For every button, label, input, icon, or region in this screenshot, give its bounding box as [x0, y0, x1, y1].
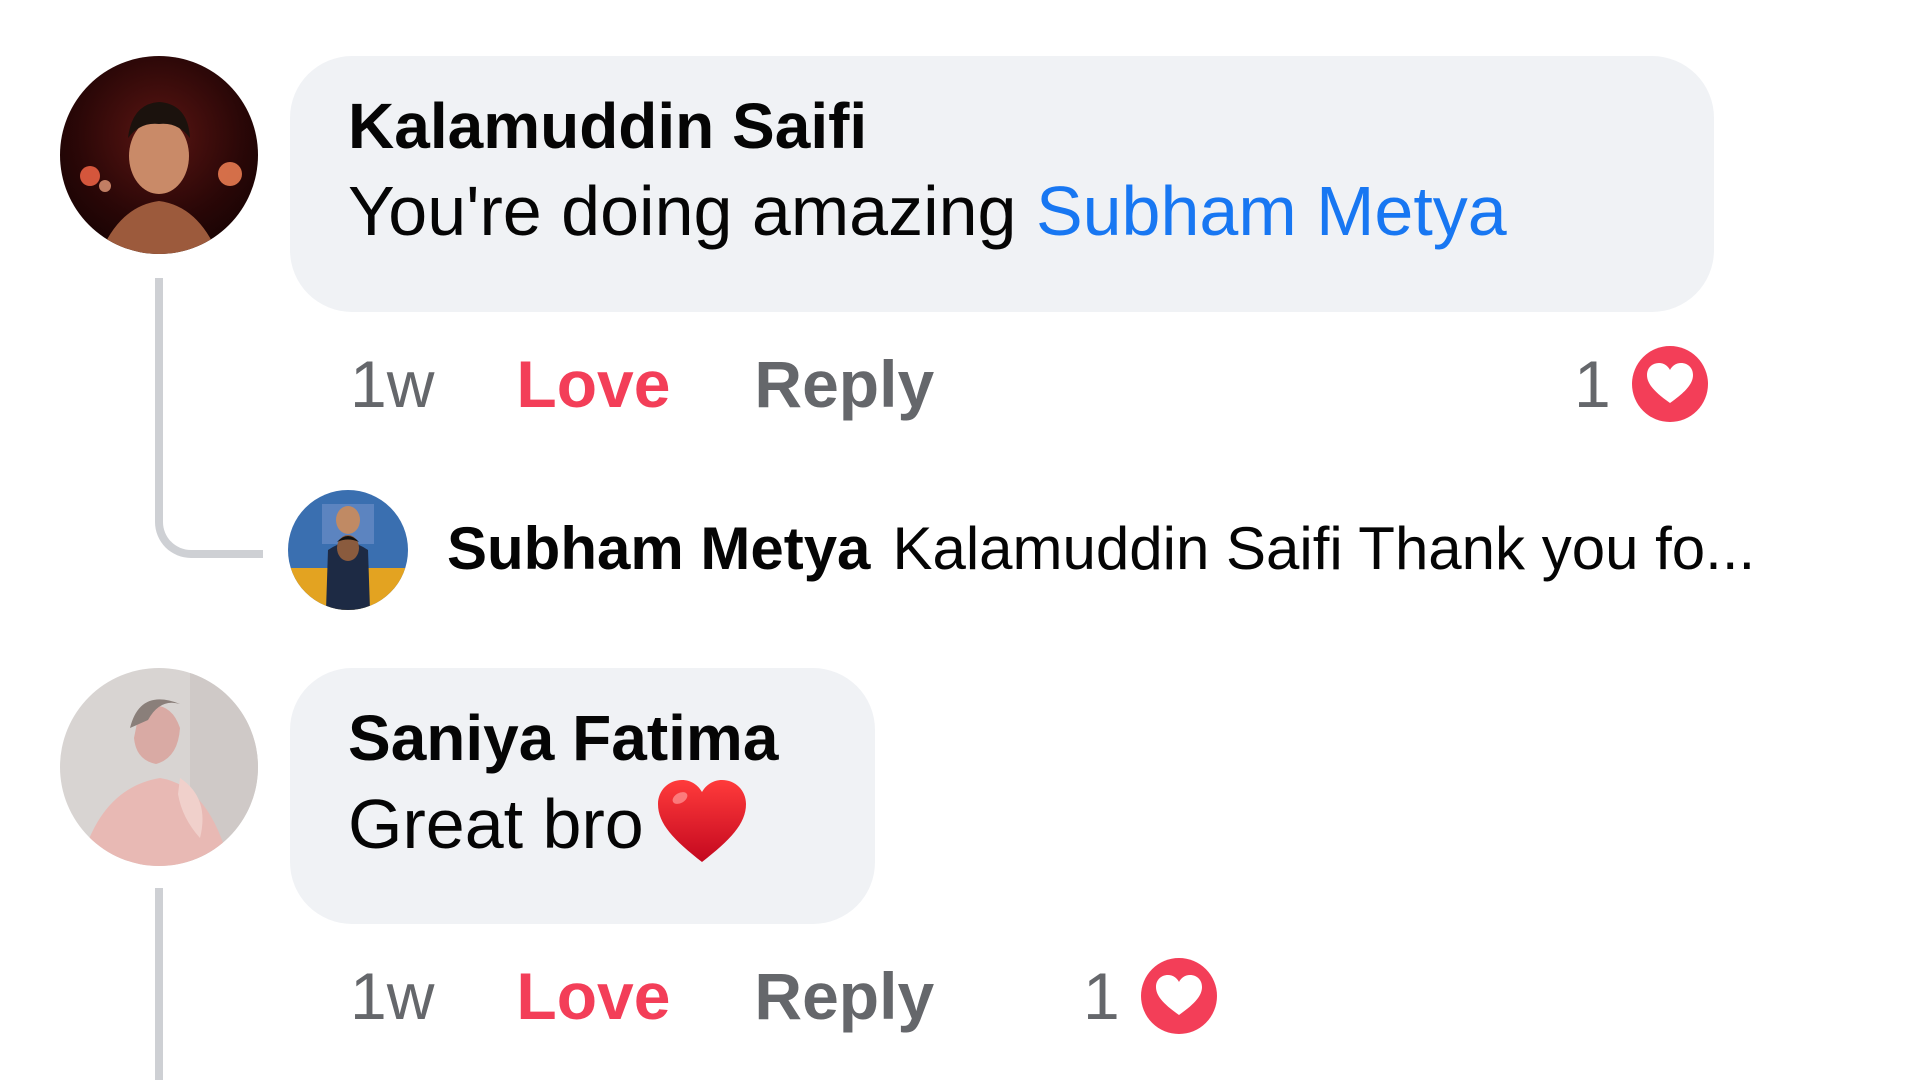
- comments-section: Kalamuddin Saifi You're doing amazing Su…: [0, 0, 1920, 1080]
- love-button[interactable]: Love: [516, 958, 670, 1034]
- comment-text: Great bro: [348, 778, 817, 869]
- avatar-saniya-fatima[interactable]: [60, 668, 258, 866]
- love-reaction-icon: [1631, 346, 1708, 422]
- comment-author[interactable]: Kalamuddin Saifi: [348, 90, 1656, 162]
- love-button[interactable]: Love: [516, 346, 670, 422]
- comment-bubble[interactable]: Saniya Fatima Great bro: [290, 668, 875, 924]
- comment-actions: 1w Love Reply: [350, 956, 934, 1036]
- reply-button[interactable]: Reply: [754, 958, 934, 1034]
- comment-timestamp[interactable]: 1w: [350, 958, 434, 1034]
- thread-connector: [155, 470, 263, 558]
- thread-line: [155, 888, 163, 1080]
- reply-author[interactable]: Subham Metya: [447, 515, 870, 582]
- comment-bubble[interactable]: Kalamuddin Saifi You're doing amazing Su…: [290, 56, 1714, 312]
- reply-button[interactable]: Reply: [754, 346, 934, 422]
- avatar-kalamuddin-saifi[interactable]: [60, 56, 258, 254]
- reply-preview[interactable]: Subham Metya Kalamuddin Saifi Thank you f…: [447, 514, 1755, 584]
- comment-timestamp[interactable]: 1w: [350, 346, 434, 422]
- reaction-count: 1: [1574, 347, 1611, 421]
- comment-author[interactable]: Saniya Fatima: [348, 702, 817, 774]
- reply-text: Kalamuddin Saifi Thank you fo...: [892, 515, 1756, 582]
- comment-actions: 1w Love Reply: [350, 344, 934, 424]
- avatar-subham-metya[interactable]: [288, 490, 408, 610]
- mention-link[interactable]: Subham Metya: [1036, 172, 1507, 250]
- comment-body: Great bro: [348, 785, 644, 863]
- reaction-count: 1: [1083, 959, 1120, 1033]
- comment-body: You're doing amazing: [348, 172, 1036, 250]
- reaction-summary[interactable]: 1: [1574, 344, 1709, 424]
- thread-line: [155, 278, 163, 478]
- comment-text: You're doing amazing Subham Metya: [348, 166, 1656, 256]
- reaction-summary[interactable]: 1: [1083, 956, 1218, 1036]
- love-reaction-icon: [1140, 958, 1217, 1034]
- red-heart-emoji: [657, 780, 746, 862]
